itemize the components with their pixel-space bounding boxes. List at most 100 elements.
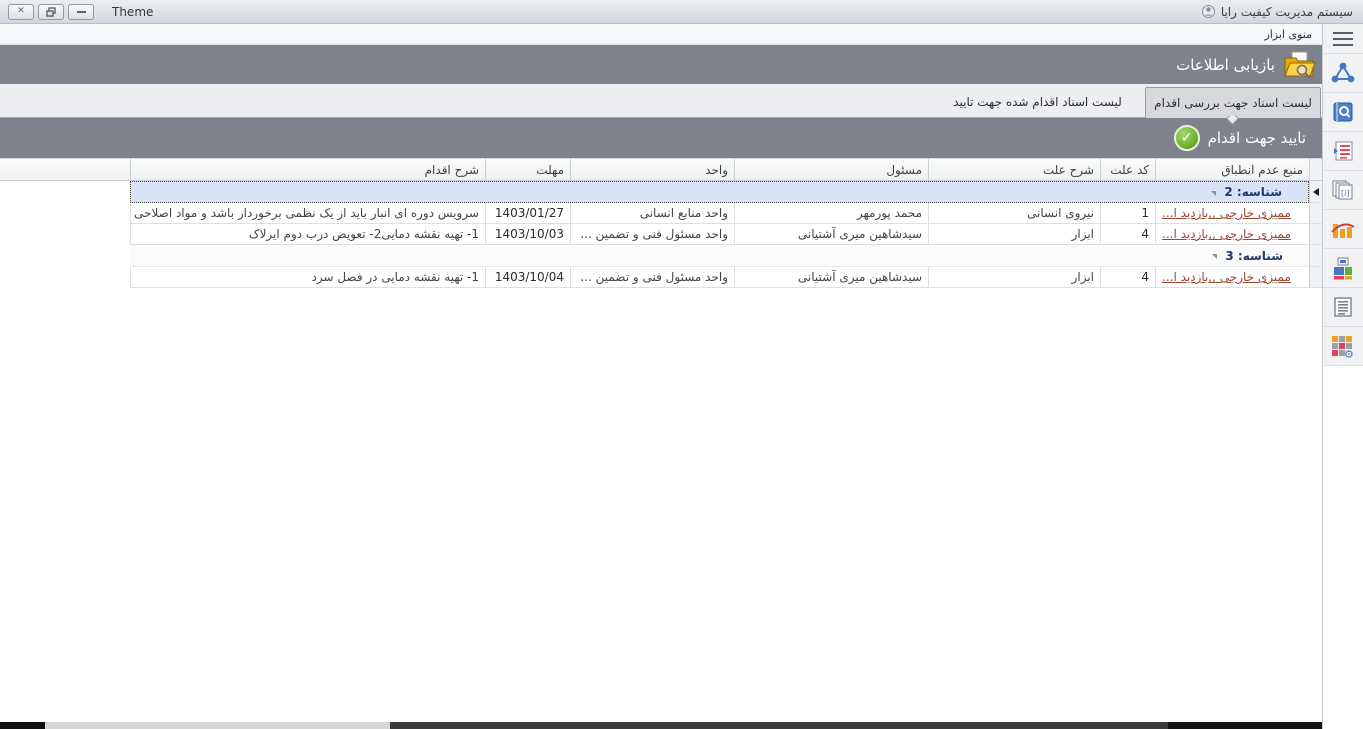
tab-strip: لیست اسناد جهت بررسی اقدام لیست اسناد اق… bbox=[0, 84, 1322, 118]
sidebar-item-modules[interactable]: ⚙ bbox=[1323, 327, 1363, 366]
application-window: ✕ Theme سیستم مدیریت کیفیت رایا منوی ابز… bbox=[0, 0, 1363, 729]
cell-nonconformance-source: ممیزی خارجی ,,بازدید ا... bbox=[1155, 267, 1309, 288]
grid-body: شناسه: 2 ممیزی خارجی ,,بازدید ا... 1نیروی … bbox=[0, 181, 1322, 288]
sidebar-item-search[interactable] bbox=[1323, 93, 1363, 132]
column-header-filler bbox=[0, 158, 130, 181]
app-icon bbox=[1201, 4, 1216, 19]
grid-indicator-header bbox=[1309, 158, 1322, 181]
row-indicator bbox=[1309, 267, 1322, 288]
report-document-icon bbox=[1332, 140, 1354, 162]
green-check-icon: ✓ bbox=[1174, 125, 1200, 151]
title-bar: ✕ Theme سیستم مدیریت کیفیت رایا bbox=[0, 0, 1363, 24]
cell-action-desc: 1- تهیه نقشه دمایی در فصل سرد bbox=[130, 267, 485, 288]
cell-cause-code: 4 bbox=[1100, 224, 1155, 245]
grid-header-row: منبع عدم انطباق کد علت شرح علت مسئول واح… bbox=[0, 158, 1322, 181]
cell-responsible: سیدشاهین میری آشتیانی bbox=[734, 267, 928, 288]
banner-approve-action: تایید جهت اقدام ✓ bbox=[0, 118, 1322, 158]
cell-action-desc: سرویس دوره ای انبار باید از یک نظمی برخو… bbox=[130, 203, 485, 224]
column-header-cause-code[interactable]: کد علت bbox=[1100, 158, 1155, 181]
network-share-icon bbox=[1331, 62, 1355, 84]
nonconformance-source-link[interactable]: ممیزی خارجی ,,بازدید ا... bbox=[1162, 227, 1291, 241]
column-header-unit[interactable]: واحد bbox=[570, 158, 734, 181]
sidebar-item-report[interactable] bbox=[1323, 132, 1363, 171]
cell-responsible: محمد پورمهر bbox=[734, 203, 928, 224]
app-title-text: سیستم مدیریت کیفیت رایا bbox=[1221, 5, 1353, 19]
restore-icon bbox=[46, 7, 57, 17]
banner-approve-title: تایید جهت اقدام bbox=[1208, 129, 1306, 147]
menu-bar: منوی ابزار bbox=[0, 24, 1322, 45]
kanban-monitor-icon bbox=[1332, 257, 1354, 280]
current-row-arrow-icon bbox=[1313, 188, 1319, 196]
bar-chart-icon bbox=[1331, 218, 1355, 240]
cell-deadline: 1403/10/04 bbox=[485, 267, 570, 288]
app-title: سیستم مدیریت کیفیت رایا bbox=[1201, 4, 1355, 19]
sidebar-item-menu[interactable] bbox=[1323, 24, 1363, 54]
table-row[interactable]: ممیزی خارجی ,,بازدید ا... 4ابزارسیدشاهین … bbox=[0, 267, 1322, 288]
column-header-action-desc[interactable]: شرح اقدام bbox=[130, 158, 485, 181]
cell-cause-code: 1 bbox=[1100, 203, 1155, 224]
collapse-arrow-icon[interactable] bbox=[1211, 191, 1216, 196]
svg-text:⚙: ⚙ bbox=[1344, 348, 1354, 358]
cell-action-desc: 1- تهیه نقشه دمایی2- تعویض درب دوم ایرلا… bbox=[130, 224, 485, 245]
row-indicator bbox=[1309, 245, 1322, 267]
scrollbar-thumb[interactable] bbox=[45, 722, 390, 729]
minimize-icon bbox=[77, 11, 86, 13]
banner-retrieve-info: بازیابی اطلاعات bbox=[0, 45, 1322, 84]
search-book-icon bbox=[1332, 101, 1354, 123]
documents-grid: منبع عدم انطباق کد علت شرح علت مسئول واح… bbox=[0, 158, 1322, 288]
cell-responsible: سیدشاهین میری آشتیانی bbox=[734, 224, 928, 245]
cell-unit: واحد منابع انسانی bbox=[570, 203, 734, 224]
cell-deadline: 1403/01/27 bbox=[485, 203, 570, 224]
tab-label: لیست اسناد جهت بررسی اقدام bbox=[1154, 96, 1312, 110]
column-header-nonconformance-source[interactable]: منبع عدم انطباق bbox=[1155, 158, 1309, 181]
list-report-icon bbox=[1332, 296, 1354, 318]
modules-settings-icon: ⚙ bbox=[1331, 335, 1355, 358]
row-indicator bbox=[1309, 203, 1322, 224]
table-row[interactable]: ممیزی خارجی ,,بازدید ا... 1نیروی انسانیمح… bbox=[0, 203, 1322, 224]
group-cell[interactable]: شناسه: 2 bbox=[130, 181, 1309, 203]
close-button[interactable]: ✕ bbox=[8, 4, 34, 20]
scrollbar-left-cap bbox=[0, 722, 45, 729]
restore-button[interactable] bbox=[38, 4, 64, 20]
cell-unit: واحد مسئول فنی و تضمین ... bbox=[570, 267, 734, 288]
column-header-deadline[interactable]: مهلت bbox=[485, 158, 570, 181]
sidebar-item-chart[interactable] bbox=[1323, 210, 1363, 249]
horizontal-scrollbar[interactable] bbox=[0, 722, 1322, 729]
svg-text:[i]: [i] bbox=[1341, 189, 1349, 198]
cell-deadline: 1403/10/03 bbox=[485, 224, 570, 245]
scrollbar-right-cap bbox=[1168, 722, 1322, 729]
tab-documents-for-review[interactable]: لیست اسناد جهت بررسی اقدام bbox=[1145, 87, 1321, 118]
folder-search-icon bbox=[1282, 50, 1316, 80]
column-header-cause-desc[interactable]: شرح علت bbox=[928, 158, 1100, 181]
column-header-responsible[interactable]: مسئول bbox=[734, 158, 928, 181]
window-theme-label: Theme bbox=[112, 5, 153, 19]
banner-retrieve-title: بازیابی اطلاعات bbox=[1176, 56, 1275, 74]
row-indicator bbox=[1309, 181, 1322, 203]
cell-cause-code: 4 bbox=[1100, 267, 1155, 288]
menu-item-tools[interactable]: منوی ابزار bbox=[1264, 28, 1312, 41]
cell-nonconformance-source: ممیزی خارجی ,,بازدید ا... bbox=[1155, 203, 1309, 224]
nonconformance-source-link[interactable]: ممیزی خارجی ,,بازدید ا... bbox=[1162, 206, 1291, 220]
sidebar-item-dashboard[interactable] bbox=[1323, 249, 1363, 288]
hamburger-menu-icon bbox=[1333, 32, 1353, 46]
group-row[interactable]: شناسه: 3 bbox=[0, 245, 1322, 267]
icon-sidebar: [i] bbox=[1322, 24, 1363, 729]
group-label: شناسه: 3 bbox=[1225, 249, 1283, 263]
group-cell[interactable]: شناسه: 3 bbox=[130, 245, 1309, 267]
minimize-button[interactable] bbox=[68, 4, 94, 20]
group-label: شناسه: 2 bbox=[1224, 185, 1282, 199]
group-row[interactable]: شناسه: 2 bbox=[0, 181, 1322, 203]
cell-cause-desc: نیروی انسانی bbox=[928, 203, 1100, 224]
cell-unit: واحد مسئول فنی و تضمین ... bbox=[570, 224, 734, 245]
table-row[interactable]: ممیزی خارجی ,,بازدید ا... 4ابزارسیدشاهین … bbox=[0, 224, 1322, 245]
collapse-arrow-icon[interactable] bbox=[1212, 254, 1217, 259]
sidebar-item-pages[interactable]: [i] bbox=[1323, 171, 1363, 210]
sidebar-item-list[interactable] bbox=[1323, 288, 1363, 327]
sidebar-item-network[interactable] bbox=[1323, 54, 1363, 93]
sidebar-filler bbox=[1323, 366, 1363, 716]
nonconformance-source-link[interactable]: ممیزی خارجی ,,بازدید ا... bbox=[1162, 270, 1291, 284]
cell-cause-desc: ابزار bbox=[928, 267, 1100, 288]
cell-cause-desc: ابزار bbox=[928, 224, 1100, 245]
tab-documents-acted-for-approval[interactable]: لیست اسناد اقدام شده جهت تایید bbox=[930, 87, 1145, 117]
stacked-pages-info-icon: [i] bbox=[1331, 179, 1355, 201]
